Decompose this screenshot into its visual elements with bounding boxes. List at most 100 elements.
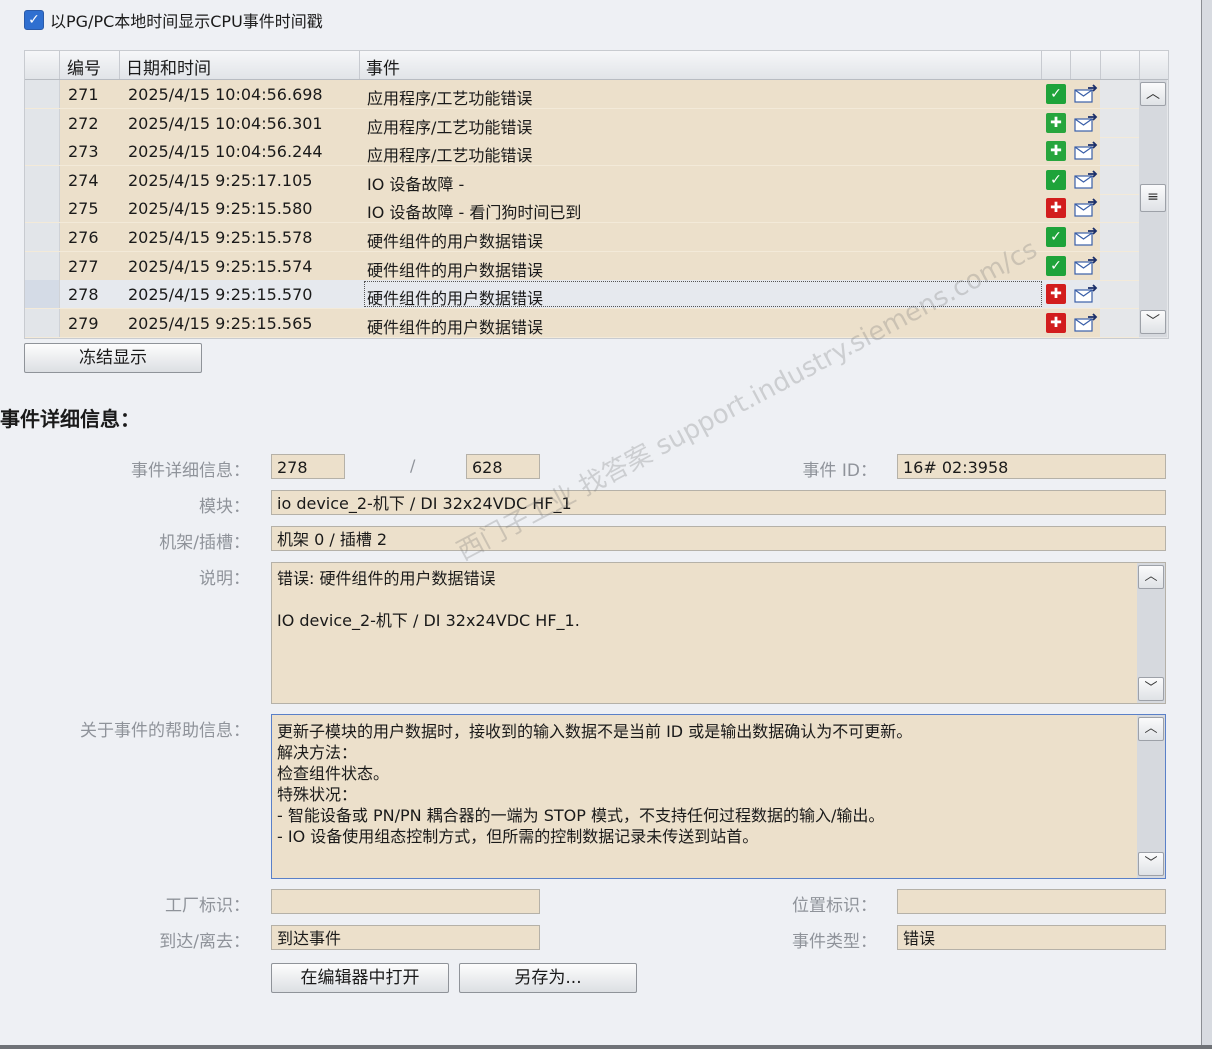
row-gutter[interactable] [25, 166, 60, 194]
row-gutter[interactable] [25, 109, 60, 137]
scroll-thumb[interactable]: ≡ [1140, 184, 1166, 212]
table-row[interactable]: 278 2025/4/15 9:25:15.570 硬件组件的用户数据错误 ✚ [25, 280, 1139, 309]
cell-event: IO 设备故障 - [367, 175, 465, 194]
cell-num: 274 [68, 171, 99, 190]
scroll-down-button[interactable]: ﹀ [1138, 677, 1164, 701]
row-gutter[interactable] [25, 80, 60, 108]
cell-datetime: 2025/4/15 9:25:17.105 [128, 171, 313, 190]
scroll-up-button[interactable]: ︿ [1138, 717, 1164, 741]
local-time-checkbox-label: 以PG/PC本地时间显示CPU事件时间戳 [50, 12, 323, 31]
event-index-field[interactable]: 278 [271, 454, 345, 479]
rack-slot-field[interactable]: 机架 0 / 插槽 2 [271, 526, 1166, 551]
cell-event: 硬件组件的用户数据错误 [367, 261, 544, 280]
description-textarea[interactable]: 错误: 硬件组件的用户数据错误 IO device_2-机下 / DI 32x24… [271, 562, 1166, 704]
description-line: 错误: 硬件组件的用户数据错误 [277, 569, 496, 588]
header-separator[interactable] [59, 51, 60, 79]
status-ok-icon: ✓ [1046, 170, 1066, 190]
scroll-down-button[interactable]: ﹀ [1138, 852, 1164, 876]
help-textarea[interactable]: 更新子模块的用户数据时，接收到的输入数据不是当前 ID 或是输出数据确认为不可更… [271, 714, 1166, 879]
table-row[interactable]: 271 2025/4/15 10:04:56.698 应用程序/工艺功能错误 ✓ [25, 80, 1139, 109]
cell-num: 271 [68, 85, 99, 104]
row-gutter[interactable] [25, 137, 60, 165]
module-label: 模块： [199, 497, 250, 517]
window-bottom-border [0, 1045, 1212, 1049]
plant-id-field[interactable] [271, 889, 540, 914]
incoming-message-icon [1074, 198, 1098, 217]
header-separator[interactable] [1139, 51, 1140, 79]
row-gutter[interactable] [25, 309, 60, 337]
header-separator[interactable] [119, 51, 120, 79]
cell-event: 应用程序/工艺功能错误 [367, 89, 533, 108]
help-label: 关于事件的帮助信息： [80, 721, 250, 741]
table-row[interactable]: 276 2025/4/15 9:25:15.578 硬件组件的用户数据错误 ✓ [25, 223, 1139, 252]
location-id-field[interactable] [897, 889, 1166, 914]
header-separator[interactable] [1070, 51, 1071, 79]
cell-num: 275 [68, 199, 99, 218]
header-separator[interactable] [359, 51, 360, 79]
cell-event: IO 设备故障 - 看门狗时间已到 [367, 203, 582, 222]
header-datetime[interactable]: 日期和时间 [126, 54, 211, 79]
incoming-message-icon [1074, 313, 1098, 332]
event-type-field[interactable]: 错误 [897, 925, 1166, 950]
description-scrollbar[interactable]: ︿ ﹀ [1137, 563, 1165, 703]
row-gutter[interactable] [25, 223, 60, 251]
table-row[interactable]: 277 2025/4/15 9:25:15.574 硬件组件的用户数据错误 ✓ [25, 252, 1139, 281]
cell-event: 应用程序/工艺功能错误 [367, 118, 533, 137]
scroll-up-button[interactable]: ︿ [1138, 565, 1164, 589]
status-ok-icon: ✓ [1046, 84, 1066, 104]
scroll-down-button[interactable]: ﹀ [1140, 310, 1166, 334]
incoming-message-icon [1074, 227, 1098, 246]
rack-slot-label: 机架/插槽： [159, 533, 250, 553]
cell-event: 硬件组件的用户数据错误 [367, 289, 544, 308]
cell-num: 278 [68, 285, 99, 304]
help-line: 更新子模块的用户数据时，接收到的输入数据不是当前 ID 或是输出数据确认为不可更… [277, 722, 913, 741]
status-ok-icon: ✓ [1046, 227, 1066, 247]
event-id-label: 事件 ID： [802, 461, 877, 481]
row-gutter[interactable] [25, 252, 60, 280]
cell-datetime: 2025/4/15 10:04:56.301 [128, 114, 323, 133]
scroll-up-button[interactable]: ︿ [1140, 82, 1166, 106]
header-separator[interactable] [1100, 51, 1101, 79]
event-total-field[interactable]: 628 [466, 454, 540, 479]
incoming-message-icon [1074, 113, 1098, 132]
cell-datetime: 2025/4/15 10:04:56.244 [128, 142, 323, 161]
location-id-label: 位置标识： [792, 896, 877, 916]
window-right-border [1201, 0, 1212, 1049]
freeze-display-button[interactable]: 冻结显示 [24, 343, 202, 373]
header-num[interactable]: 编号 [67, 54, 101, 79]
event-id-field[interactable]: 16# 02:3958 [897, 454, 1166, 479]
table-row[interactable]: 275 2025/4/15 9:25:15.580 IO 设备故障 - 看门狗时间已… [25, 194, 1139, 223]
incoming-message-icon [1074, 141, 1098, 160]
cell-event: 硬件组件的用户数据错误 [367, 232, 544, 251]
event-index-separator: / [410, 456, 416, 475]
local-time-checkbox[interactable]: ✓ [24, 10, 44, 30]
event-type-label: 事件类型： [792, 932, 877, 952]
local-time-checkbox-row[interactable]: ✓ 以PG/PC本地时间显示CPU事件时间戳 [24, 8, 323, 32]
plant-id-label: 工厂标识： [165, 896, 250, 916]
cell-event: 硬件组件的用户数据错误 [367, 318, 544, 337]
help-scrollbar[interactable]: ︿ ﹀ [1137, 715, 1165, 878]
row-gutter[interactable] [25, 280, 60, 308]
table-header: 编号 日期和时间 事件 [25, 51, 1168, 80]
cell-datetime: 2025/4/15 9:25:15.570 [128, 285, 313, 304]
module-field[interactable]: io device_2-机下 / DI 32x24VDC HF_1 [271, 490, 1166, 515]
table-row[interactable]: 272 2025/4/15 10:04:56.301 应用程序/工艺功能错误 ✚ [25, 109, 1139, 138]
row-gutter[interactable] [25, 194, 60, 222]
table-row[interactable]: 273 2025/4/15 10:04:56.244 应用程序/工艺功能错误 ✚ [25, 137, 1139, 166]
cell-num: 277 [68, 257, 99, 276]
cell-datetime: 2025/4/15 9:25:15.580 [128, 199, 313, 218]
header-event[interactable]: 事件 [366, 54, 400, 79]
open-in-editor-button[interactable]: 在编辑器中打开 [271, 963, 449, 993]
incoming-message-icon [1074, 84, 1098, 103]
table-row[interactable]: 279 2025/4/15 9:25:15.565 硬件组件的用户数据错误 ✚ [25, 309, 1139, 338]
help-line: - IO 设备使用组态控制方式，但所需的控制数据记录未传送到站首。 [277, 827, 759, 846]
description-line: IO device_2-机下 / DI 32x24VDC HF_1. [277, 611, 580, 630]
save-as-button[interactable]: 另存为... [459, 963, 637, 993]
arrive-leave-field[interactable]: 到达事件 [271, 925, 540, 950]
cell-event: 应用程序/工艺功能错误 [367, 146, 533, 165]
cell-num: 272 [68, 114, 99, 133]
header-separator[interactable] [1041, 51, 1042, 79]
table-row[interactable]: 274 2025/4/15 9:25:17.105 IO 设备故障 - ✓ [25, 166, 1139, 195]
error-icon: ✚ [1046, 284, 1066, 304]
table-scrollbar[interactable]: ︿ ≡ ﹀ [1139, 80, 1167, 337]
